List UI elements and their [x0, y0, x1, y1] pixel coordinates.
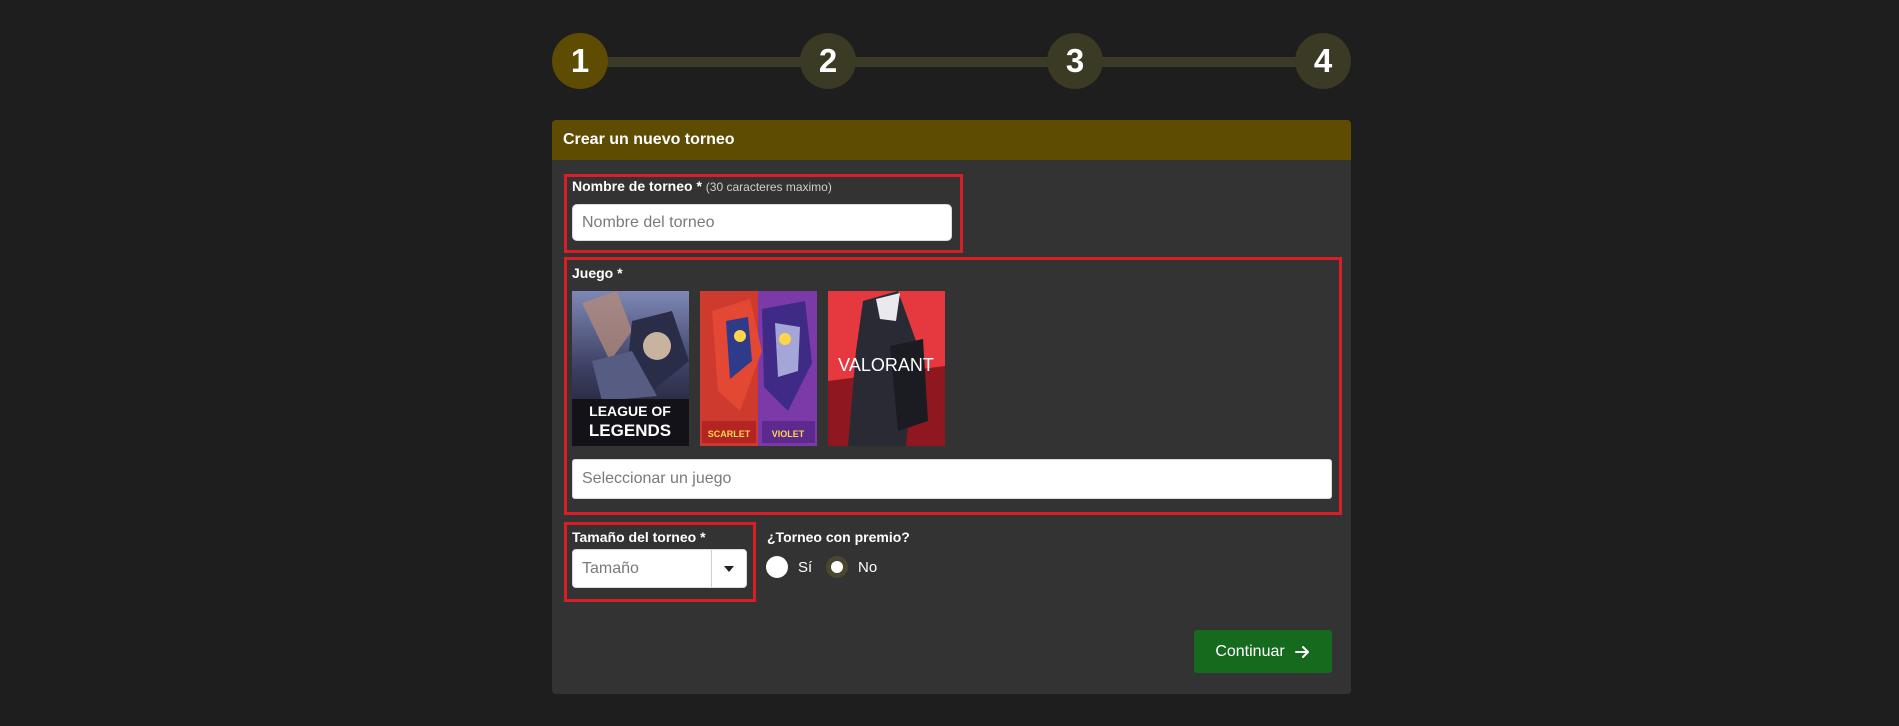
prize-yes-label: Sí — [798, 558, 813, 576]
pokemon-cover-text-2: VIOLET — [772, 429, 805, 439]
continue-button-label: Continuar — [1215, 642, 1285, 660]
tournament-name-input[interactable] — [572, 204, 952, 241]
tournament-name-label-text: Nombre de torneo * — [572, 178, 702, 194]
prize-no-radio[interactable] — [826, 556, 848, 578]
lol-cover-text-1: LEAGUE OF — [589, 403, 671, 419]
prize-no-label: No — [858, 558, 878, 576]
chevron-down-icon[interactable] — [711, 550, 746, 587]
prize-question: ¿Torneo con premio? — [767, 529, 910, 545]
size-label: Tamaño del torneo * — [572, 529, 706, 545]
game-label: Juego * — [572, 265, 623, 281]
progress-stepper: 1 2 3 4 — [552, 33, 1351, 89]
lol-cover-text-2: LEGENDS — [589, 421, 671, 440]
game-option-valorant[interactable]: VALORANT — [828, 291, 945, 446]
arrow-right-icon — [1294, 645, 1311, 659]
continue-button[interactable]: Continuar — [1194, 630, 1332, 673]
prize-option-yes[interactable]: Sí — [766, 556, 812, 578]
stepper-track — [580, 57, 1323, 67]
game-option-pokemon[interactable]: SCARLET VIOLET — [700, 291, 817, 446]
league-of-legends-cover: LEAGUE OF LEGENDS — [572, 291, 689, 446]
step-2[interactable]: 2 — [800, 33, 856, 89]
pokemon-cover-text-1: SCARLET — [708, 429, 751, 439]
step-4[interactable]: 4 — [1295, 33, 1351, 89]
size-select[interactable]: Tamaño — [572, 549, 747, 588]
card-title: Crear un nuevo torneo — [552, 120, 1351, 160]
game-option-league-of-legends[interactable]: LEAGUE OF LEGENDS — [572, 291, 689, 446]
pokemon-cover: SCARLET VIOLET — [700, 291, 817, 446]
game-select-input[interactable] — [572, 459, 1332, 499]
prize-yes-radio[interactable] — [766, 556, 788, 578]
size-select-value: Tamaño — [582, 559, 639, 577]
tournament-name-label: Nombre de torneo * (30 caracteres maximo… — [572, 178, 832, 194]
prize-option-no[interactable]: No — [826, 556, 877, 578]
step-1[interactable]: 1 — [552, 33, 608, 89]
valorant-cover: VALORANT — [828, 291, 945, 446]
valorant-cover-text: VALORANT — [838, 355, 934, 375]
create-tournament-card: Crear un nuevo torneo Nombre de torneo *… — [552, 120, 1351, 694]
step-3[interactable]: 3 — [1047, 33, 1103, 89]
tournament-name-hint: (30 caracteres maximo) — [705, 180, 832, 194]
